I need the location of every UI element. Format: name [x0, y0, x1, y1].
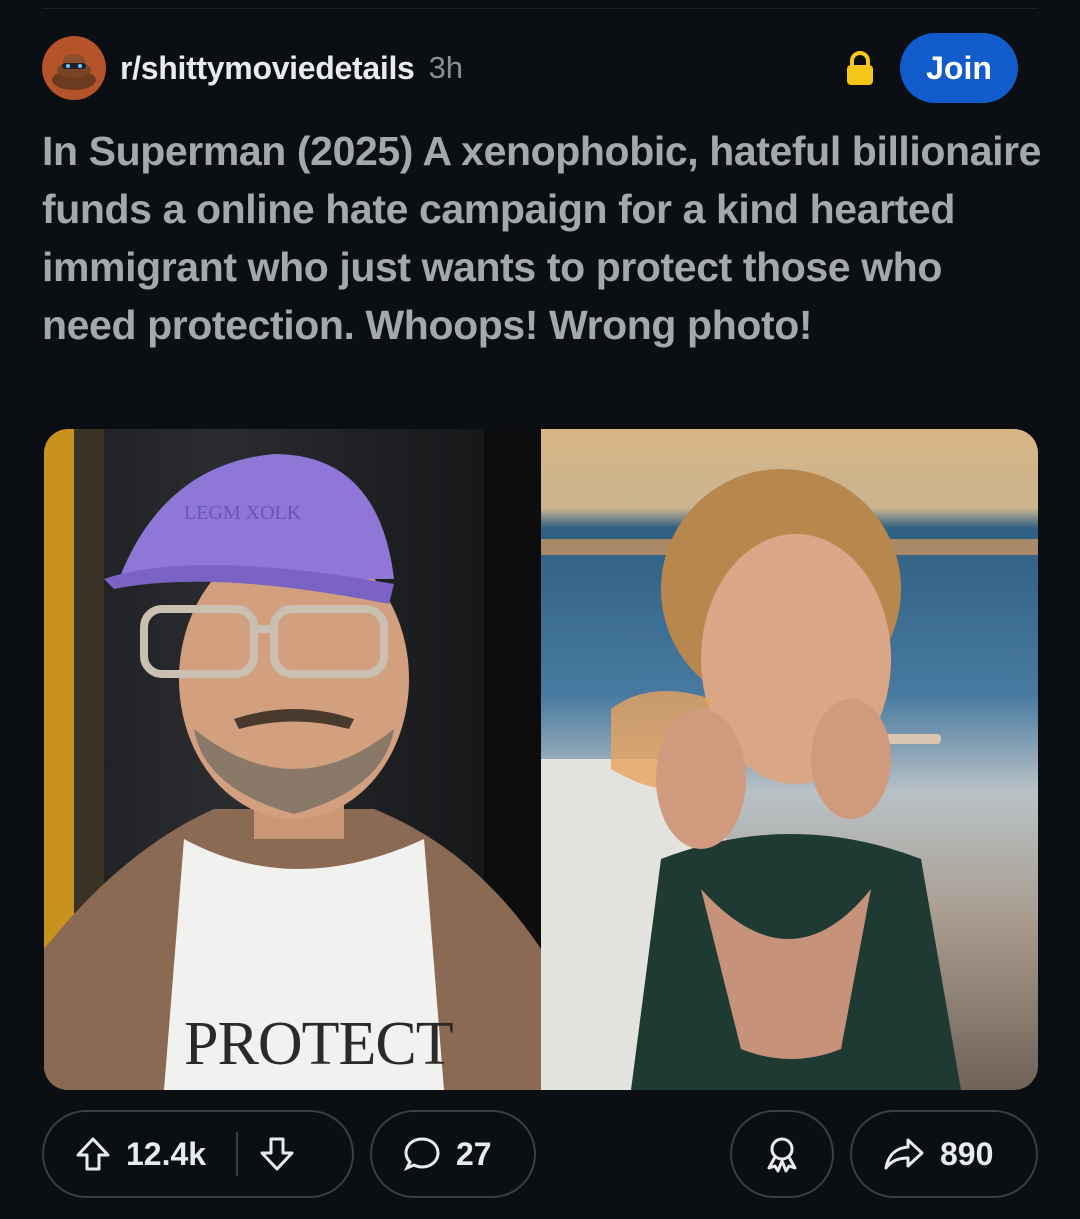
action-bar: 12.4k 27 890 [42, 1110, 1038, 1200]
photo-man-in-cap: LEGM XOLK PROTECT [44, 429, 541, 1090]
subreddit-avatar[interactable] [42, 36, 106, 100]
share-count: 890 [940, 1135, 994, 1172]
subreddit-name[interactable]: r/shittymoviedetails [120, 50, 415, 87]
share-button[interactable]: 890 [850, 1110, 1038, 1198]
top-divider [42, 8, 1038, 9]
photo-woman-smoking [541, 429, 1038, 1090]
shirt-text: PROTECT [184, 1010, 454, 1078]
vote-control: 12.4k [42, 1110, 354, 1198]
comment-icon [402, 1134, 442, 1174]
comments-button[interactable]: 27 [370, 1110, 536, 1198]
upvote-count: 12.4k [126, 1135, 207, 1172]
post-title[interactable]: In Superman (2025) A xenophobic, hateful… [42, 122, 1042, 354]
join-button[interactable]: Join [900, 33, 1018, 103]
share-icon [882, 1134, 926, 1174]
award-icon [762, 1134, 802, 1174]
downvote-icon[interactable] [258, 1135, 296, 1173]
post-header: r/shittymoviedetails 3h Join [42, 32, 1018, 104]
vote-divider [236, 1132, 239, 1176]
post-age: 3h [428, 50, 464, 85]
lock-icon [847, 51, 873, 85]
comment-count: 27 [456, 1135, 492, 1172]
post-image[interactable]: LEGM XOLK PROTECT [44, 429, 1038, 1090]
award-button[interactable] [730, 1110, 834, 1198]
cap-text: LEGM XOLK [184, 502, 302, 524]
upvote-icon[interactable] [74, 1135, 112, 1173]
